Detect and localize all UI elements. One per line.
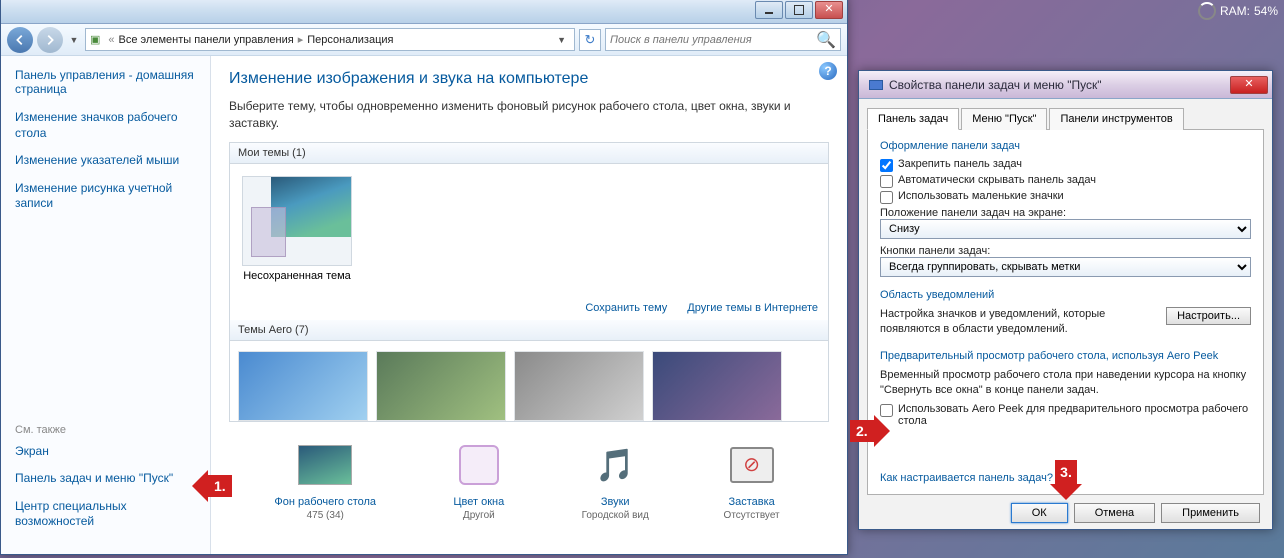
desktop-background-button[interactable]: Фон рабочего стола 475 (34)	[274, 440, 376, 521]
help-icon[interactable]: ?	[819, 62, 837, 80]
lock-taskbar-checkbox[interactable]	[880, 159, 893, 172]
sidebar-link-display[interactable]: Экран	[15, 444, 196, 460]
dialog-title: Свойства панели задач и меню "Пуск"	[889, 78, 1102, 92]
tab-panel: Оформление панели задач Закрепить панель…	[867, 129, 1264, 495]
aero-theme-4[interactable]	[652, 351, 782, 421]
cancel-button[interactable]: Отмена	[1074, 503, 1155, 523]
customize-button[interactable]: Настроить...	[1166, 307, 1251, 325]
saver-label: Заставка	[720, 496, 784, 508]
back-button[interactable]	[7, 27, 33, 53]
ram-widget: RAM: 54%	[1198, 2, 1278, 20]
ok-button[interactable]: ОК	[1011, 503, 1068, 523]
position-label: Положение панели задач на экране:	[880, 207, 1251, 219]
more-themes-link[interactable]: Другие темы в Интернете	[687, 302, 818, 314]
position-select[interactable]: Снизу	[880, 219, 1251, 239]
sidebar-link-mouse-pointers[interactable]: Изменение указателей мыши	[15, 153, 196, 169]
bg-label: Фон рабочего стола	[274, 496, 376, 508]
apply-button[interactable]: Применить	[1161, 503, 1260, 523]
nav-history-dropdown[interactable]: ▼	[67, 35, 81, 45]
page-heading: Изменение изображения и звука на компьют…	[229, 70, 829, 88]
autohide-checkbox[interactable]	[880, 175, 893, 188]
sounds-button[interactable]: 🎵 Звуки Городской вид	[582, 440, 649, 521]
my-themes-header: Мои темы (1)	[230, 143, 828, 164]
notification-desc: Настройка значков и уведомлений, которые…	[880, 307, 1151, 338]
ram-ring-icon	[1198, 2, 1216, 20]
aero-peek-header: Предварительный просмотр рабочего стола,…	[880, 350, 1251, 362]
address-dropdown-icon[interactable]: ▼	[553, 35, 570, 45]
bg-sub: 475 (34)	[274, 510, 376, 521]
close-button[interactable]	[815, 1, 843, 19]
aero-peek-desc: Временный просмотр рабочего стола при на…	[880, 368, 1251, 399]
save-theme-link[interactable]: Сохранить тему	[585, 302, 667, 314]
titlebar[interactable]	[1, 0, 847, 24]
color-sub: Другой	[447, 510, 511, 521]
sidebar-link-taskbar-start[interactable]: Панель задач и меню "Пуск"	[15, 471, 196, 487]
window-color-button[interactable]: Цвет окна Другой	[447, 440, 511, 521]
sidebar: Панель управления - домашняя страница Из…	[1, 56, 211, 554]
dialog-tabs: Панель задач Меню "Пуск" Панели инструме…	[867, 107, 1264, 129]
search-icon[interactable]: 🔍	[816, 30, 836, 50]
search-input[interactable]	[610, 34, 816, 46]
themes-panel: Мои темы (1) Несохраненная тема Сохранит…	[229, 142, 829, 422]
search-bar[interactable]: 🔍	[605, 28, 841, 51]
see-also-label: См. также	[15, 424, 196, 436]
annotation-3-label: 3.	[1055, 460, 1077, 484]
lock-taskbar-label: Закрепить панель задач	[898, 158, 1022, 170]
appearance-header: Оформление панели задач	[880, 140, 1251, 152]
bottom-toolbar: Фон рабочего стола 475 (34) Цвет окна Др…	[229, 440, 829, 521]
notification-header: Область уведомлений	[880, 289, 1251, 301]
address-bar[interactable]: ▣ « Все элементы панели управления ▸ Пер…	[85, 28, 575, 51]
annotation-arrow-1: 1.	[192, 470, 232, 502]
tab-toolbars[interactable]: Панели инструментов	[1049, 108, 1183, 130]
forward-button[interactable]	[37, 27, 63, 53]
aero-peek-group: Предварительный просмотр рабочего стола,…	[880, 350, 1251, 430]
aero-peek-label: Использовать Aero Peek для предварительн…	[898, 403, 1251, 427]
sounds-label: Звуки	[582, 496, 649, 508]
theme-unsaved[interactable]: Несохраненная тема	[242, 176, 352, 282]
breadcrumb-root[interactable]: Все элементы панели управления	[119, 34, 294, 46]
dialog-titlebar[interactable]: Свойства панели задач и меню "Пуск"	[859, 71, 1272, 99]
annotation-2-label: 2.	[850, 420, 874, 442]
saver-sub: Отсутствует	[720, 510, 784, 521]
buttons-label: Кнопки панели задач:	[880, 245, 1251, 257]
sounds-sub: Городской вид	[582, 510, 649, 521]
control-panel-home-link[interactable]: Панель управления - домашняя страница	[15, 68, 196, 96]
navbar: ▼ ▣ « Все элементы панели управления ▸ П…	[1, 24, 847, 56]
breadcrumb-page[interactable]: Персонализация	[307, 34, 393, 46]
ram-label: RAM:	[1220, 4, 1250, 18]
personalization-window: ▼ ▣ « Все элементы панели управления ▸ П…	[0, 0, 848, 555]
appearance-group: Оформление панели задач Закрепить панель…	[880, 140, 1251, 277]
theme-unsaved-label: Несохраненная тема	[242, 270, 352, 282]
small-icons-label: Использовать маленькие значки	[898, 190, 1064, 202]
ram-value: 54%	[1254, 4, 1278, 18]
screensaver-button[interactable]: ⊘ Заставка Отсутствует	[720, 440, 784, 521]
sidebar-link-ease-of-access[interactable]: Центр специальных возможностей	[15, 499, 196, 530]
annotation-arrow-2: 2.	[850, 415, 890, 447]
sidebar-link-account-picture[interactable]: Изменение рисунка учетной записи	[15, 181, 196, 212]
autohide-label: Автоматически скрывать панель задач	[898, 174, 1096, 186]
page-description: Выберите тему, чтобы одновременно измени…	[229, 98, 829, 132]
annotation-arrow-3: 3.	[1050, 460, 1082, 500]
aero-themes-header: Темы Aero (7)	[230, 320, 828, 341]
sidebar-link-desktop-icons[interactable]: Изменение значков рабочего стола	[15, 110, 196, 141]
content-area: ? Изменение изображения и звука на компь…	[211, 56, 847, 554]
small-icons-checkbox[interactable]	[880, 191, 893, 204]
color-label: Цвет окна	[447, 496, 511, 508]
taskbar-icon	[869, 80, 883, 90]
aero-theme-3[interactable]	[514, 351, 644, 421]
aero-theme-2[interactable]	[376, 351, 506, 421]
dialog-close-button[interactable]	[1230, 76, 1268, 94]
annotation-1-label: 1.	[208, 475, 232, 497]
minimize-button[interactable]	[755, 1, 783, 19]
control-panel-icon: ▣	[90, 33, 100, 46]
aero-theme-1[interactable]	[238, 351, 368, 421]
maximize-button[interactable]	[785, 1, 813, 19]
tab-taskbar[interactable]: Панель задач	[867, 108, 959, 130]
buttons-select[interactable]: Всегда группировать, скрывать метки	[880, 257, 1251, 277]
refresh-button[interactable]: ↻	[579, 29, 601, 51]
notification-group: Область уведомлений Настроить... Настрой…	[880, 289, 1251, 338]
tab-start-menu[interactable]: Меню "Пуск"	[961, 108, 1047, 130]
